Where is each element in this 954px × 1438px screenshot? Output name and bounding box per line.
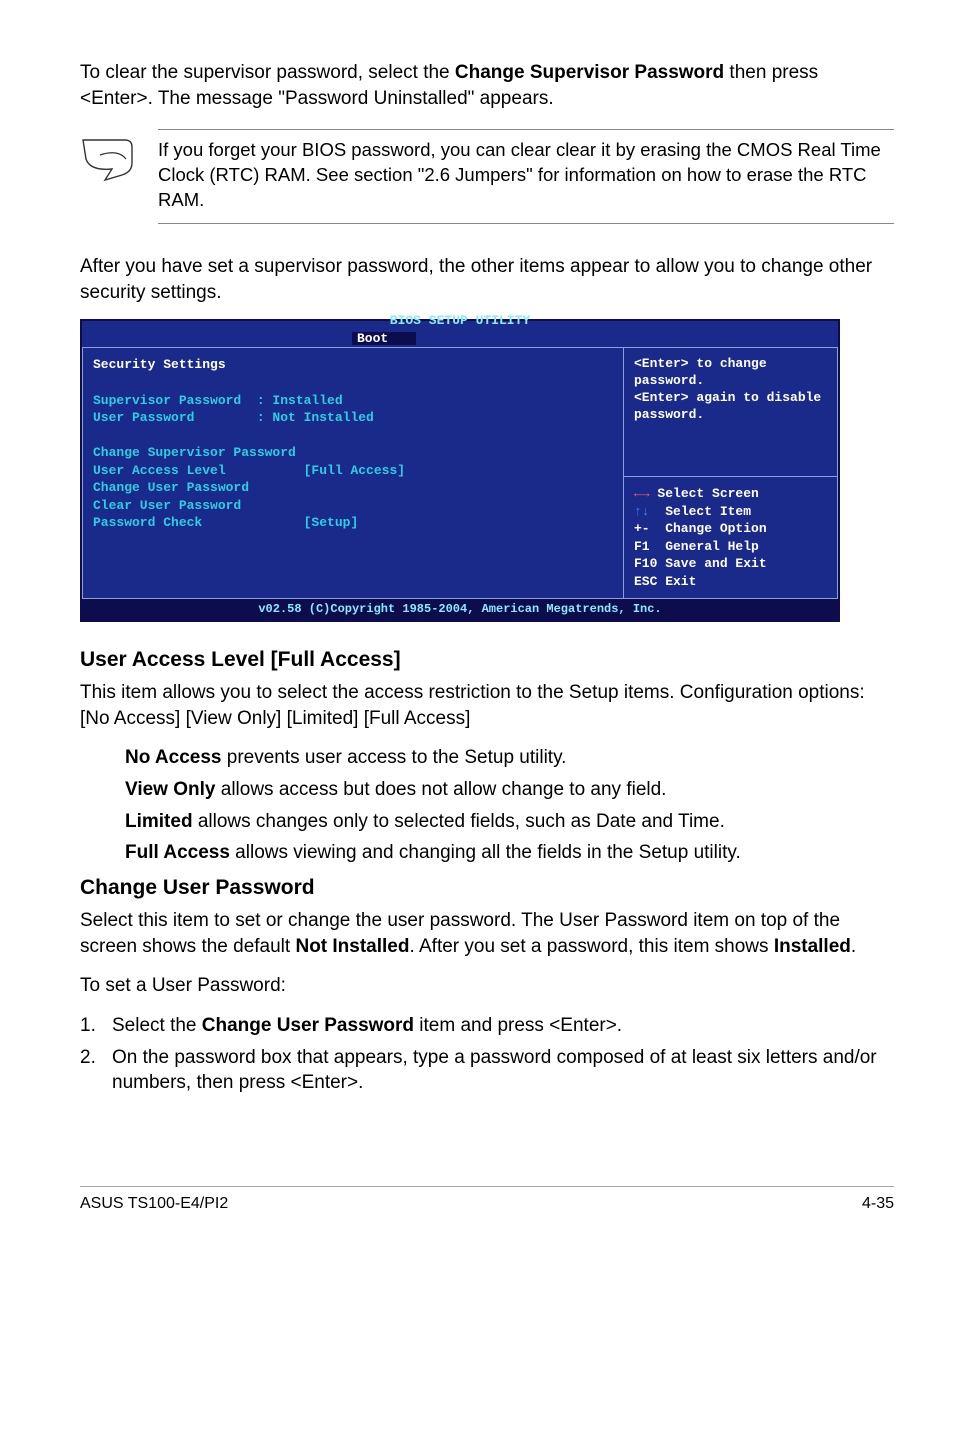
bullet-view-only: View Only allows access but does not all… — [125, 777, 894, 803]
note-icon — [80, 137, 136, 183]
bios-left-panel: Security Settings Supervisor Password : … — [82, 347, 623, 599]
bios-footer: v02.58 (C)Copyright 1985-2004, American … — [82, 599, 838, 619]
to-set-user-password: To set a User Password: — [80, 973, 894, 999]
after-note-paragraph: After you have set a supervisor password… — [80, 254, 894, 305]
li1-bold: Change User Password — [202, 1015, 414, 1036]
footer-right: 4-35 — [862, 1193, 894, 1215]
list-body-2: On the password box that appears, type a… — [112, 1045, 894, 1096]
bullet-limited-rest: allows changes only to selected fields, … — [193, 811, 725, 832]
bios-header: BIOS SETUP UTILITY Boot — [82, 321, 838, 347]
bullet-limited: Limited allows changes only to selected … — [125, 809, 894, 835]
bios-title: BIOS SETUP UTILITY — [82, 311, 838, 330]
bios-help-text: <Enter> to change password.<Enter> again… — [624, 348, 837, 476]
cup-text-c: . — [851, 936, 856, 957]
cup-bold2: Installed — [774, 936, 851, 957]
left-right-arrow-icon: ←→ — [634, 486, 650, 501]
bios-active-tab: Boot — [352, 332, 416, 345]
list-body-1: Select the Change User Password item and… — [112, 1013, 894, 1039]
bullet-no-access-bold: No Access — [125, 747, 221, 768]
intro-text-a: To clear the supervisor password, select… — [80, 62, 455, 83]
bullet-full-access-bold: Full Access — [125, 842, 230, 863]
cup-bold1: Not Installed — [295, 936, 409, 957]
note-block: If you forget your BIOS password, you ca… — [80, 129, 894, 224]
intro-paragraph: To clear the supervisor password, select… — [80, 60, 894, 111]
bullet-limited-bold: Limited — [125, 811, 193, 832]
bios-screenshot: BIOS SETUP UTILITY Boot Security Setting… — [80, 319, 840, 621]
list-item-1: 1. Select the Change User Password item … — [80, 1013, 894, 1039]
note-text: If you forget your BIOS password, you ca… — [158, 129, 894, 224]
bullet-view-only-bold: View Only — [125, 779, 215, 800]
bullet-full-access-rest: allows viewing and changing all the fiel… — [230, 842, 741, 863]
bios-key-legend: ←→ Select Screen ↑↓ Select Item +- Chang… — [624, 476, 837, 598]
security-settings-title: Security Settings — [93, 357, 226, 372]
user-access-level-desc: This item allows you to select the acces… — [80, 680, 894, 731]
change-user-password-p1: Select this item to set or change the us… — [80, 908, 894, 959]
intro-bold: Change Supervisor Password — [455, 62, 724, 83]
change-user-password-heading: Change User Password — [80, 874, 894, 902]
li1-b: item and press <Enter>. — [414, 1015, 622, 1036]
bullet-full-access: Full Access allows viewing and changing … — [125, 840, 894, 866]
page-footer: ASUS TS100-E4/PI2 4-35 — [80, 1186, 894, 1215]
li1-a: Select the — [112, 1015, 202, 1036]
bullet-no-access: No Access prevents user access to the Se… — [125, 745, 894, 771]
cup-text-b: . After you set a password, this item sh… — [409, 936, 773, 957]
bullet-view-only-rest: allows access but does not allow change … — [215, 779, 666, 800]
list-item-2: 2. On the password box that appears, typ… — [80, 1045, 894, 1096]
bullet-no-access-rest: prevents user access to the Setup utilit… — [221, 747, 566, 768]
bios-right-panel: <Enter> to change password.<Enter> again… — [623, 347, 838, 599]
user-access-level-heading: User Access Level [Full Access] — [80, 646, 894, 674]
up-down-arrow-icon: ↑↓ — [634, 504, 650, 519]
list-num-2: 2. — [80, 1045, 104, 1096]
list-num-1: 1. — [80, 1013, 104, 1039]
footer-left: ASUS TS100-E4/PI2 — [80, 1193, 228, 1215]
